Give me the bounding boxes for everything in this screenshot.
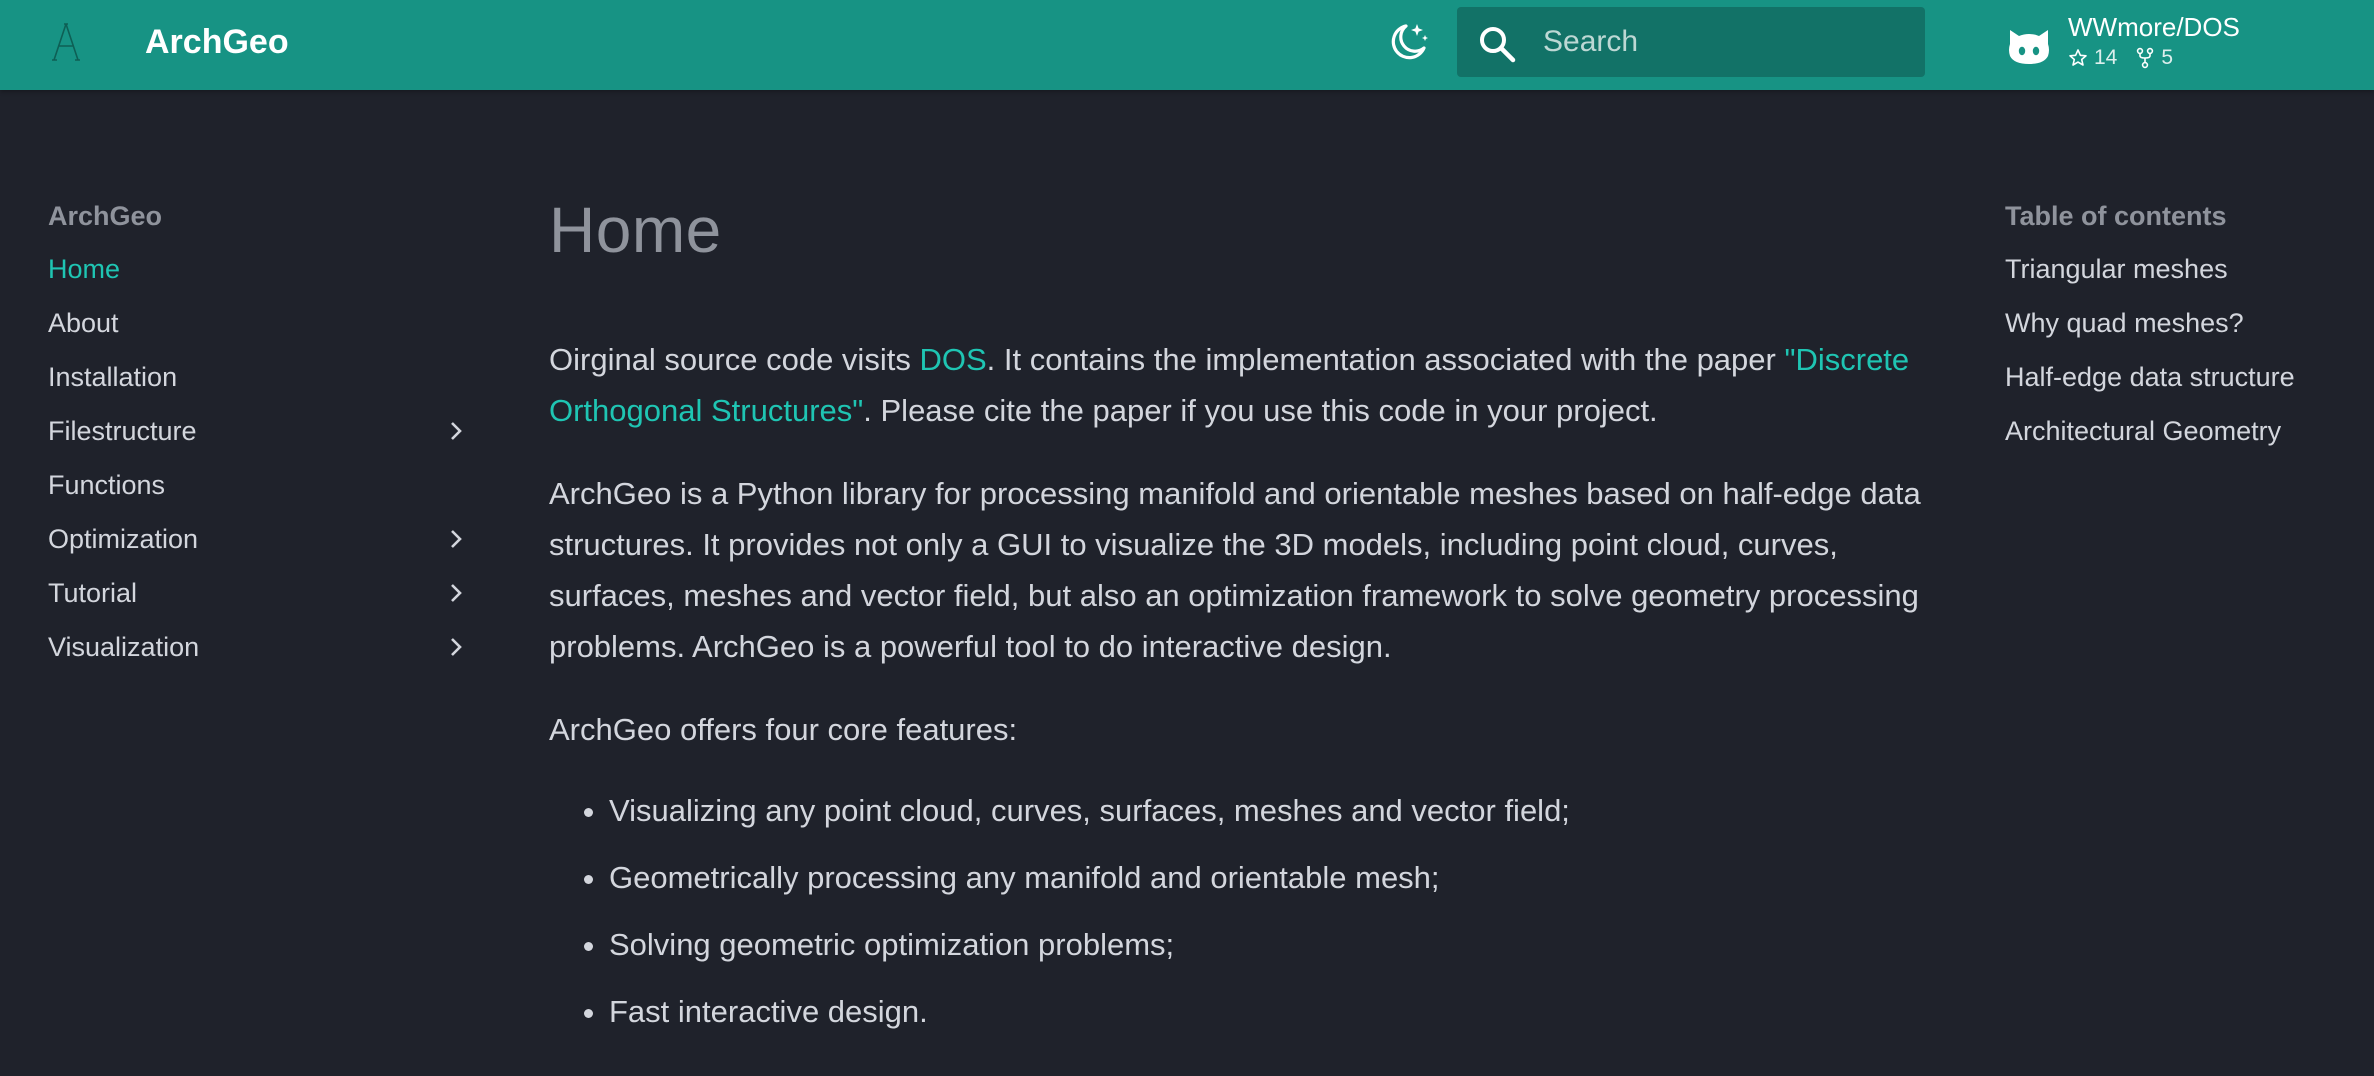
list-item: Fast interactive design.	[609, 978, 1929, 1045]
fork-icon	[2137, 47, 2154, 69]
github-repo-link[interactable]: WWmore/DOS 14 5	[2004, 10, 2324, 74]
toc-title: Table of contents	[2005, 201, 2227, 231]
toc-item-triangular-meshes[interactable]: Triangular meshes	[2005, 242, 2365, 296]
sidebar-item-label: Functions	[48, 470, 166, 500]
forks-count: 5	[2135, 44, 2173, 72]
description-paragraph: ArchGeo is a Python library for processi…	[549, 476, 1921, 664]
features-intro: ArchGeo offers four core features:	[549, 712, 1018, 747]
sidebar-item-tutorial[interactable]: Tutorial	[48, 566, 468, 620]
chevron-right-icon[interactable]	[444, 527, 468, 551]
sidebar-item-label: Visualization	[48, 632, 200, 662]
intro-text-3: . Please cite the paper if you use this …	[863, 393, 1658, 428]
search-icon	[1480, 27, 1516, 63]
main-content: Home Oirginal source code visits DOS. It…	[549, 186, 1929, 1045]
sidebar-item-about[interactable]: About	[48, 296, 468, 350]
star-icon	[2069, 49, 2087, 66]
stars-value: 14	[2094, 46, 2118, 69]
intro-paragraph: Oirginal source code visits DOS. It cont…	[549, 334, 1929, 436]
dark-mode-moon-icon[interactable]	[1384, 18, 1432, 66]
chevron-right-icon[interactable]	[444, 419, 468, 443]
repo-stats: 14 5	[2068, 44, 2191, 72]
sidebar-item-home[interactable]: Home	[48, 242, 468, 296]
list-item: Visualizing any point cloud, curves, sur…	[609, 777, 1929, 844]
list-item: Solving geometric optimization problems;	[609, 911, 1929, 978]
search-input[interactable]	[1541, 7, 1911, 77]
sidebar-item-visualization[interactable]: Visualization	[48, 620, 468, 674]
chevron-right-icon[interactable]	[444, 581, 468, 605]
sidebar-item-label: Optimization	[48, 524, 199, 554]
dos-link[interactable]: DOS	[919, 342, 986, 377]
features-list: Visualizing any point cloud, curves, sur…	[549, 777, 1929, 1045]
archgeo-logo-icon[interactable]	[46, 18, 86, 66]
toc-item-why-quad-meshes[interactable]: Why quad meshes?	[2005, 296, 2365, 350]
intro-text-2: . It contains the implementation associa…	[986, 342, 1785, 377]
sidebar-item-label: Tutorial	[48, 578, 138, 608]
sidebar-item-label: Installation	[48, 362, 178, 392]
intro-text-1: Oirginal source code visits	[549, 342, 920, 377]
sidebar-item-label: Filestructure	[48, 416, 197, 446]
toc-item-half-edge[interactable]: Half-edge data structure	[2005, 350, 2365, 404]
sidebar-item-optimization[interactable]: Optimization	[48, 512, 468, 566]
forks-value: 5	[2161, 46, 2174, 69]
sidebar-item-label: About	[48, 308, 119, 338]
site-title[interactable]: ArchGeo	[145, 20, 289, 64]
sidebar-item-functions[interactable]: Functions	[48, 458, 468, 512]
sidebar-item-filestructure[interactable]: Filestructure	[48, 404, 468, 458]
top-header: ArchGeo WWmore/DOS 14	[0, 0, 2374, 90]
toc-item-architectural-geometry[interactable]: Architectural Geometry	[2005, 404, 2365, 458]
stars-count: 14	[2068, 44, 2117, 72]
nav-title: ArchGeo	[48, 201, 163, 231]
github-icon	[2009, 30, 2049, 64]
page-title: Home	[549, 194, 722, 266]
repo-name: WWmore/DOS	[2068, 12, 2240, 42]
sidebar-item-installation[interactable]: Installation	[48, 350, 468, 404]
list-item: Geometrically processing any manifold an…	[609, 844, 1929, 911]
search-box[interactable]	[1457, 7, 1925, 77]
chevron-right-icon[interactable]	[444, 635, 468, 659]
sidebar-nav: ArchGeo Home About Installation Filestru…	[48, 190, 468, 674]
sidebar-item-label: Home	[48, 254, 121, 284]
table-of-contents: Table of contents Triangular meshes Why …	[2005, 190, 2365, 458]
